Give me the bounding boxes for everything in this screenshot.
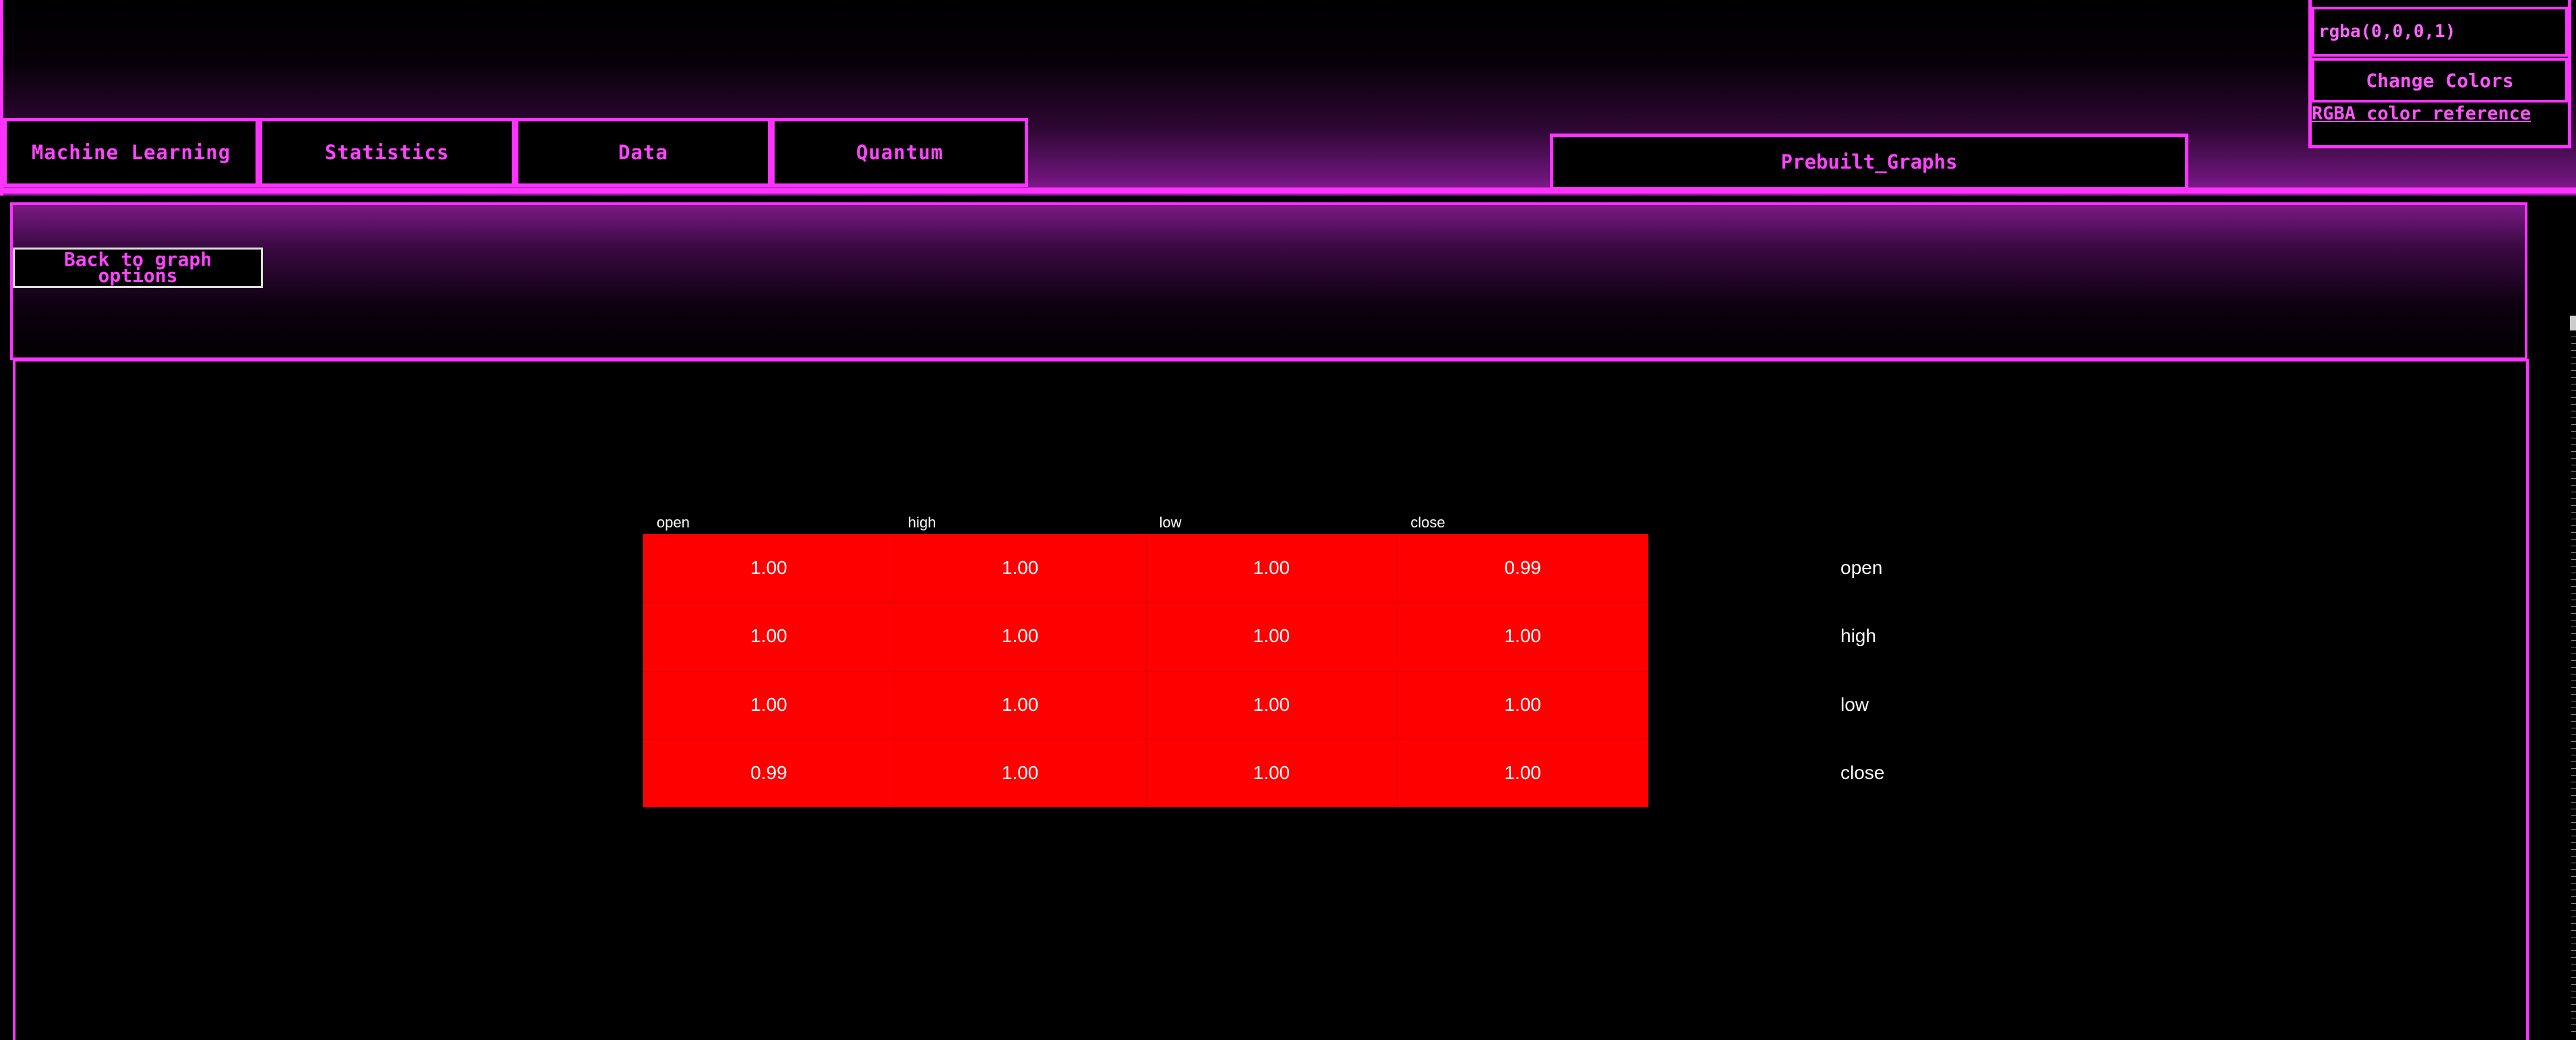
heatmap-cell: 1.00 [1001, 693, 1039, 715]
heatmap-row-label-close: close [1840, 761, 1885, 783]
heatmap-cell: 0.99 [1504, 557, 1541, 578]
heatmap-cell: 1.00 [1001, 557, 1039, 578]
heatmap-row-label-open: open [1840, 557, 1883, 578]
heatmap-cell: 1.00 [750, 557, 787, 578]
right-scroll-thumb[interactable] [2570, 316, 2576, 330]
color-input[interactable] [2312, 7, 2568, 57]
heatmap-col-label-high: high [907, 514, 936, 531]
heatmap-gridline-h [643, 670, 1648, 672]
heatmap-cell: 1.00 [1001, 625, 1039, 647]
graph-options-panel [10, 202, 2527, 360]
tab-data[interactable]: Data [515, 118, 771, 187]
right-scroll-track[interactable] [2571, 317, 2576, 1037]
change-colors-button[interactable]: Change Colors [2312, 58, 2568, 103]
heatmap-cell: 1.00 [1504, 625, 1541, 647]
prebuilt-graphs-label: Prebuilt_Graphs [1780, 150, 1958, 173]
back-to-graph-options-label: Back to graph options [63, 248, 212, 287]
tab-data-label: Data [618, 141, 668, 164]
heatmap-cell: 1.00 [750, 693, 787, 715]
nav-bottom-border [0, 187, 2576, 194]
heatmap-gridline-h [643, 602, 1648, 604]
prebuilt-graphs-button[interactable]: Prebuilt_Graphs [1550, 134, 2188, 190]
heatmap-cell: 1.00 [1253, 625, 1290, 647]
heatmap-cell: 1.00 [1001, 761, 1039, 783]
heatmap-cell: 0.99 [750, 761, 787, 783]
tab-statistics-label: Statistics [324, 141, 450, 164]
rgba-reference-link[interactable]: RGBA color reference [2312, 105, 2568, 123]
heatmap-col-label-open: open [657, 514, 690, 531]
heatmap-col-label-low: low [1159, 514, 1182, 531]
heatmap-cell: 1.00 [1504, 761, 1541, 783]
heatmap-cell: 1.00 [1253, 761, 1290, 783]
back-to-graph-options-button[interactable]: Back to graph options [13, 248, 263, 288]
heatmap-cell: 1.00 [1253, 557, 1290, 578]
tab-machine-learning[interactable]: Machine Learning [3, 118, 259, 187]
heatmap-col-label-close: close [1410, 514, 1445, 531]
heatmap-gridline-h [643, 739, 1648, 740]
heatmap-row-label-high: high [1840, 625, 1876, 647]
heatmap-cell: 1.00 [1504, 693, 1541, 715]
tab-statistics[interactable]: Statistics [259, 118, 515, 187]
heatmap-cell: 1.00 [750, 625, 787, 647]
heatmap-cell: 1.00 [1253, 693, 1290, 715]
heatmap-grid: 1.00 1.00 1.00 0.99 1.00 1.00 1.00 1.00 1.00 1.00… [643, 534, 1648, 807]
tab-quantum-label: Quantum [856, 141, 944, 164]
change-colors-label: Change Colors [2366, 69, 2514, 92]
tab-machine-learning-label: Machine Learning [31, 141, 231, 164]
tab-quantum[interactable]: Quantum [771, 118, 1028, 187]
heatmap-row-label-low: low [1840, 693, 1869, 715]
